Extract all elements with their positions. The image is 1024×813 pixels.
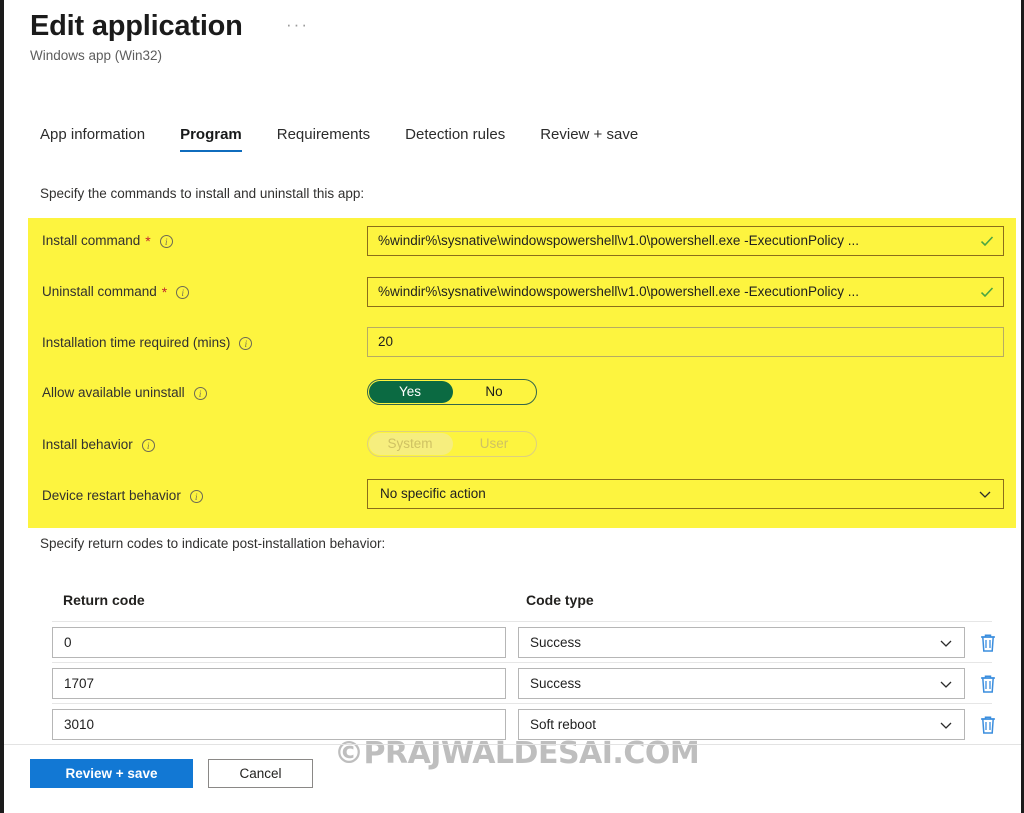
- tab-app-information[interactable]: App information: [40, 126, 145, 152]
- info-icon[interactable]: [176, 285, 190, 300]
- code-type-value: Soft reboot: [530, 716, 597, 732]
- allow-available-uninstall-label-text: Allow available uninstall: [42, 385, 185, 400]
- delete-row-icon[interactable]: [978, 714, 998, 736]
- column-header-return-code: Return code: [63, 592, 145, 608]
- footer-divider: [4, 744, 1021, 745]
- column-header-code-type: Code type: [526, 592, 594, 608]
- page-title: Edit application: [30, 10, 243, 42]
- device-restart-behavior-value: No specific action: [380, 486, 486, 501]
- tab-detection-rules[interactable]: Detection rules: [405, 126, 505, 152]
- installation-time-label-text: Installation time required (mins): [42, 335, 231, 350]
- info-icon[interactable]: [189, 489, 203, 504]
- code-type-dropdown[interactable]: Success: [518, 627, 965, 658]
- info-icon[interactable]: [239, 336, 253, 351]
- more-options-icon[interactable]: ···: [286, 16, 309, 33]
- delete-row-icon[interactable]: [978, 632, 998, 654]
- device-restart-behavior-label: Device restart behavior: [42, 487, 203, 505]
- uninstall-command-input[interactable]: %windir%\sysnative\windowspowershell\v1.…: [367, 277, 1004, 307]
- return-codes-caption: Specify return codes to indicate post-in…: [40, 536, 386, 551]
- valid-check-icon: [979, 284, 995, 300]
- commands-caption: Specify the commands to install and unin…: [40, 186, 365, 201]
- installation-time-value: 20: [378, 334, 394, 349]
- watermark: ©PRAJWALDESAI.COM: [334, 736, 700, 771]
- code-type-dropdown[interactable]: Soft reboot: [518, 709, 965, 740]
- code-type-value: Success: [530, 634, 582, 650]
- toggle-option-user: User: [479, 436, 509, 451]
- chevron-down-icon: [977, 486, 993, 502]
- tab-bar: App information Program Requirements Det…: [40, 126, 638, 152]
- return-code-value: 3010: [64, 717, 95, 732]
- page-header: Edit application: [30, 8, 243, 44]
- toggle-option-yes[interactable]: Yes: [368, 380, 452, 404]
- uninstall-command-label-text: Uninstall command: [42, 284, 157, 299]
- install-behavior-label: Install behavior: [42, 436, 155, 454]
- tab-requirements[interactable]: Requirements: [277, 126, 370, 152]
- device-restart-behavior-label-text: Device restart behavior: [42, 488, 181, 503]
- info-icon[interactable]: [193, 386, 207, 401]
- cancel-button[interactable]: Cancel: [208, 759, 313, 788]
- review-save-button[interactable]: Review + save: [30, 759, 193, 788]
- allow-available-uninstall-label: Allow available uninstall: [42, 384, 207, 402]
- code-type-dropdown[interactable]: Success: [518, 668, 965, 699]
- info-icon[interactable]: [141, 438, 155, 453]
- tab-program[interactable]: Program: [180, 126, 242, 152]
- uninstall-command-value: %windir%\sysnative\windowspowershell\v1.…: [378, 284, 859, 299]
- chevron-down-icon: [938, 676, 954, 692]
- page-subtitle: Windows app (Win32): [30, 48, 163, 63]
- code-type-value: Success: [530, 675, 582, 691]
- required-indicator: *: [145, 233, 151, 249]
- required-indicator: *: [161, 284, 168, 300]
- install-behavior-toggle: System User: [367, 431, 537, 457]
- toggle-option-no[interactable]: No: [452, 380, 536, 404]
- return-code-value: 0: [64, 635, 72, 650]
- installation-time-input[interactable]: 20: [367, 327, 1004, 357]
- uninstall-command-label: Uninstall command *: [42, 283, 190, 301]
- return-code-value: 1707: [64, 676, 95, 691]
- tab-review-save[interactable]: Review + save: [540, 126, 638, 152]
- chevron-down-icon: [938, 717, 954, 733]
- install-command-value: %windir%\sysnative\windowspowershell\v1.…: [378, 233, 859, 248]
- row-divider: [52, 662, 992, 663]
- install-behavior-label-text: Install behavior: [42, 437, 133, 452]
- toggle-option-system: System: [387, 436, 433, 451]
- row-divider: [52, 621, 992, 622]
- install-command-label: Install command *: [42, 232, 173, 250]
- return-code-input[interactable]: 3010: [52, 709, 506, 740]
- valid-check-icon: [979, 233, 995, 249]
- return-code-input[interactable]: 1707: [52, 668, 506, 699]
- info-icon[interactable]: [159, 234, 173, 249]
- allow-available-uninstall-toggle[interactable]: Yes No: [367, 379, 537, 405]
- chevron-down-icon: [938, 635, 954, 651]
- delete-row-icon[interactable]: [978, 673, 998, 695]
- return-code-input[interactable]: 0: [52, 627, 506, 658]
- installation-time-label: Installation time required (mins): [42, 334, 253, 352]
- install-command-label-text: Install command: [42, 233, 141, 248]
- device-restart-behavior-dropdown[interactable]: No specific action: [367, 479, 1004, 509]
- row-divider: [52, 703, 992, 704]
- edit-application-page: Edit application ··· Windows app (Win32)…: [0, 0, 1024, 813]
- install-command-input[interactable]: %windir%\sysnative\windowspowershell\v1.…: [367, 226, 1004, 256]
